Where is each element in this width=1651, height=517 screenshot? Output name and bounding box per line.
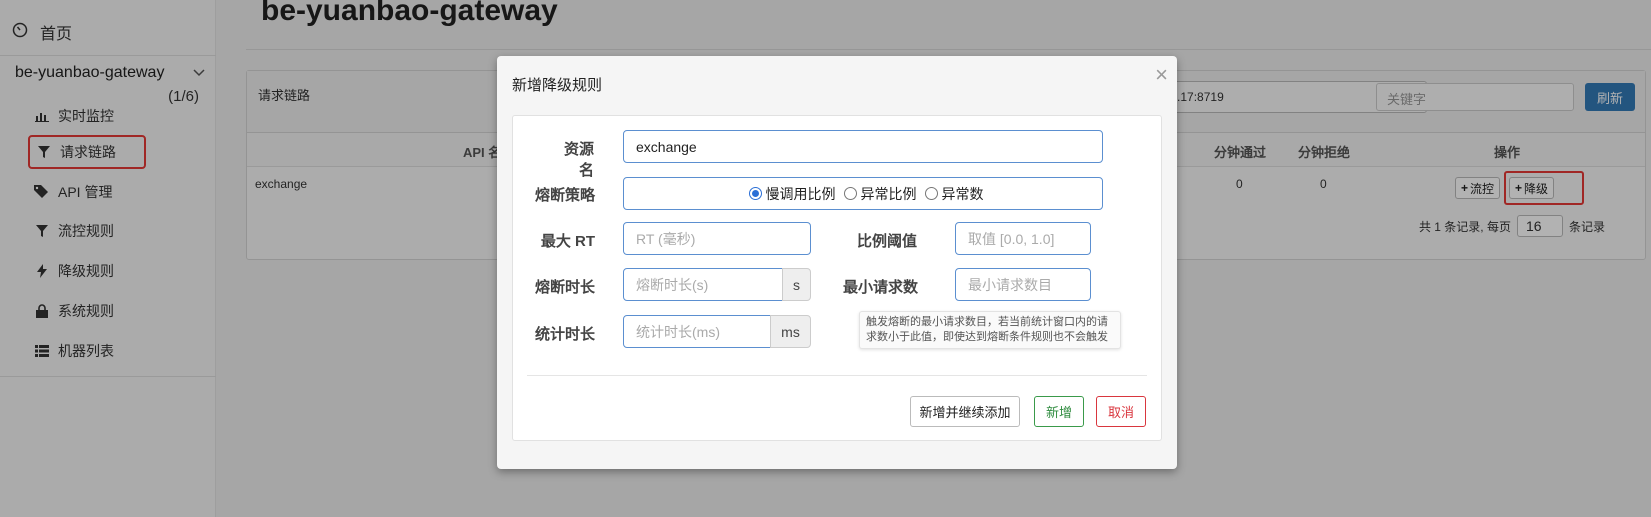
add-button[interactable]: 新增 — [1034, 396, 1084, 427]
close-icon[interactable]: × — [1155, 62, 1168, 88]
radio-exception-ratio[interactable]: 异常比例 — [843, 184, 917, 204]
strategy-radio-group: 慢调用比例 异常比例 异常数 — [623, 177, 1103, 210]
add-degrade-rule-dialog: 新增降级规则 × 资源名 熔断策略 慢调用比例 异常比例 异常数 最大 RT 比… — [497, 56, 1177, 469]
max-rt-input[interactable] — [623, 222, 811, 255]
resource-name-input[interactable] — [623, 130, 1103, 163]
radio-unchecked-icon — [924, 187, 938, 200]
ratio-threshold-label: 比例阈值 — [856, 233, 917, 250]
radio-label: 异常比例 — [860, 185, 917, 202]
add-and-continue-button[interactable]: 新增并继续添加 — [910, 396, 1020, 427]
radio-checked-icon — [748, 187, 762, 200]
radio-label: 异常数 — [941, 185, 984, 202]
min-requests-input[interactable] — [955, 268, 1091, 301]
cancel-button[interactable]: 取消 — [1096, 396, 1146, 427]
min-requests-label: 最小请求数 — [842, 279, 918, 296]
radio-exception-count[interactable]: 异常数 — [924, 184, 984, 204]
milliseconds-unit-addon: ms — [770, 315, 811, 348]
max-rt-label: 最大 RT — [540, 233, 595, 250]
min-requests-tooltip: 触发熔断的最小请求数目，若当前统计窗口内的请求数小于此值，即使达到熔断条件规则也… — [859, 311, 1121, 349]
dialog-form: 资源名 熔断策略 慢调用比例 异常比例 异常数 最大 RT 比例阈值 熔断时长 — [512, 115, 1162, 441]
radio-label: 慢调用比例 — [765, 185, 836, 202]
break-duration-label: 熔断时长 — [535, 279, 596, 296]
seconds-unit-addon: s — [782, 268, 811, 301]
stat-duration-input[interactable] — [623, 315, 771, 348]
resource-name-label: 资源名 — [563, 141, 594, 179]
ratio-threshold-input[interactable] — [955, 222, 1091, 255]
stat-duration-label: 统计时长 — [535, 326, 596, 343]
dialog-title: 新增降级规则 — [512, 77, 603, 94]
strategy-label: 熔断策略 — [535, 187, 596, 204]
break-duration-input[interactable] — [623, 268, 783, 301]
radio-slow-ratio[interactable]: 慢调用比例 — [748, 184, 836, 204]
radio-unchecked-icon — [843, 187, 857, 200]
form-divider — [527, 375, 1147, 376]
